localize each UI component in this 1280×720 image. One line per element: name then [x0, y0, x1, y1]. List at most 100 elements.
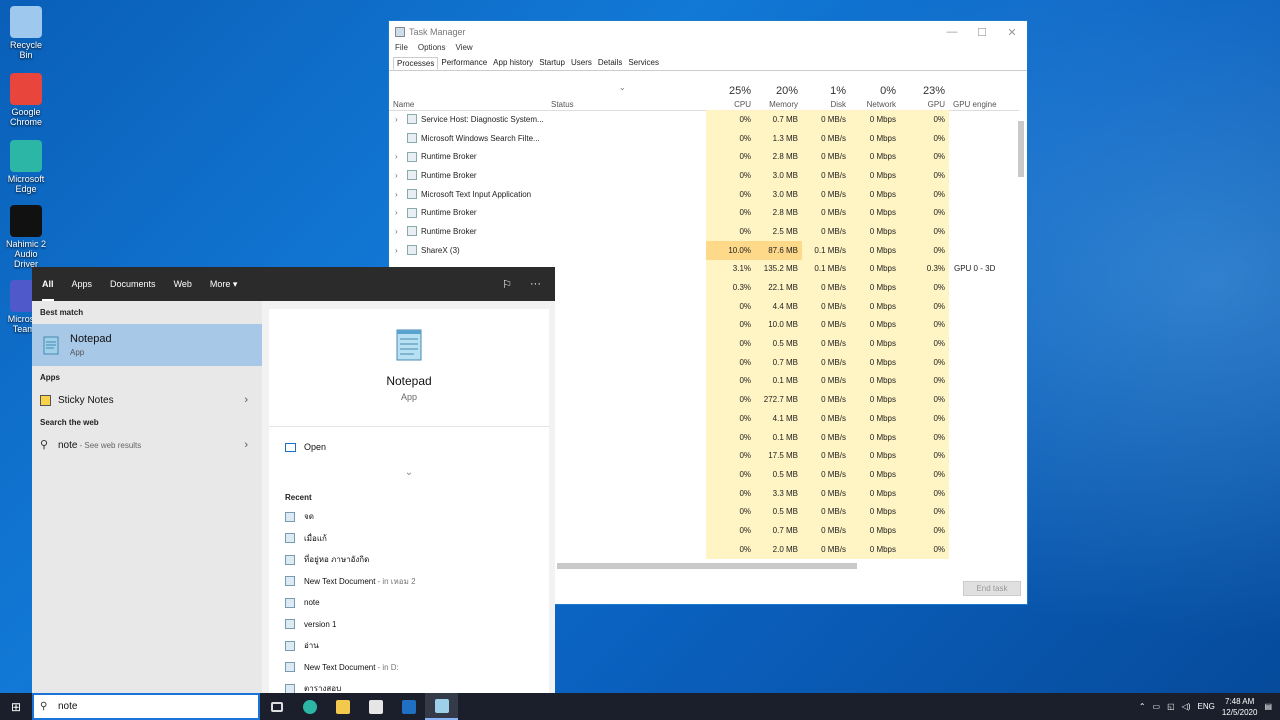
disk-cell: 0 MB/s — [802, 166, 850, 185]
task-view-button[interactable] — [260, 693, 293, 720]
cpu-cell: 10.0% — [706, 240, 755, 260]
task-view-icon — [270, 701, 283, 712]
filter-tab-all[interactable]: All — [42, 279, 54, 301]
gpu-engine-cell — [949, 241, 1019, 260]
taskbar-search-box[interactable]: ⚲ note — [32, 693, 260, 720]
more-options-icon[interactable]: ··· — [530, 278, 541, 291]
filter-tab-more[interactable]: More ▾ — [210, 279, 238, 290]
cpu-cell: 0% — [706, 296, 755, 316]
scroll-thumb-horizontal[interactable] — [557, 563, 857, 569]
table-row[interactable]: › Service Host: Diagnostic System... 0% 0.7… — [389, 110, 1019, 129]
recent-item[interactable]: New Text Document - in เหอม 2 — [269, 571, 549, 593]
chevron-right-icon[interactable]: › — [395, 208, 407, 217]
start-button[interactable]: ⊞ — [0, 693, 32, 720]
column-gpu[interactable]: 23% GPU — [900, 83, 949, 111]
menu-options[interactable]: Options — [418, 43, 446, 57]
desktop-icon[interactable]: Google Chrome — [4, 73, 48, 127]
open-action[interactable]: Open — [269, 427, 549, 467]
horizontal-scrollbar[interactable] — [557, 561, 1017, 571]
table-row[interactable]: › Runtime Broker 0% 2.5 MB 0 MB/s 0 Mbps 0% — [389, 222, 1019, 241]
tab-performance[interactable]: Performance — [438, 57, 490, 70]
column-name[interactable]: Name — [389, 83, 547, 111]
column-gpu-engine[interactable]: GPU engine — [949, 83, 1019, 111]
chevron-right-icon[interactable]: › — [244, 394, 248, 406]
cpu-cell: 0% — [706, 128, 755, 148]
close-button[interactable]: ✕ — [997, 26, 1027, 39]
app-result-sticky-notes[interactable]: Sticky Notes › — [32, 389, 262, 411]
tab-users[interactable]: Users — [568, 57, 595, 70]
tab-details[interactable]: Details — [595, 57, 625, 70]
cpu-cell: 0% — [706, 371, 755, 391]
gpu-engine-cell — [949, 203, 1019, 222]
taskbar-file-explorer[interactable] — [326, 693, 359, 720]
column-status[interactable]: ⌄ Status — [547, 83, 706, 111]
menu-view[interactable]: View — [455, 43, 472, 57]
clock[interactable]: 7:48 AM 12/5/2020 — [1222, 696, 1258, 718]
gpu-engine-cell — [949, 129, 1019, 148]
recent-item-name: อ่าน — [304, 641, 319, 651]
desktop-icon[interactable]: Microsoft Edge — [4, 140, 48, 194]
recent-item[interactable]: New Text Document - in D: — [269, 657, 549, 679]
chevron-right-icon[interactable]: › — [395, 115, 407, 124]
column-network[interactable]: 0% Network — [850, 83, 900, 111]
chevron-up-icon[interactable]: ⌃ — [1139, 702, 1146, 711]
web-search-result[interactable]: ⚲ note - See web results › — [32, 434, 262, 456]
disk-cell: 0 MB/s — [802, 315, 850, 335]
maximize-button[interactable]: ☐ — [967, 26, 997, 39]
search-text[interactable]: note — [58, 701, 77, 712]
feedback-icon[interactable]: ⚐ — [502, 278, 512, 291]
expand-chevron-icon[interactable]: ⌄ — [269, 467, 549, 485]
table-row[interactable]: › ShareX (3) 10.0% 87.6 MB 0.1 MB/s 0 Mbps 0% — [389, 240, 1019, 260]
volume-icon[interactable]: ◁) — [1182, 702, 1191, 711]
process-name-cell: Microsoft Windows Search Filte... — [389, 129, 547, 148]
vertical-scrollbar[interactable] — [1017, 111, 1025, 561]
chevron-right-icon[interactable]: › — [395, 246, 407, 255]
table-row[interactable]: › Runtime Broker 0% 2.8 MB 0 MB/s 0 Mbps 0% — [389, 203, 1019, 223]
tablet-icon[interactable]: ▭ — [1153, 702, 1161, 711]
language-indicator[interactable]: ENG — [1198, 702, 1215, 711]
taskbar-edge[interactable] — [293, 693, 326, 720]
chevron-right-icon[interactable]: › — [244, 439, 248, 451]
desktop-icon[interactable]: Nahimic 2 Audio Driver — [4, 205, 48, 269]
filter-tab-documents[interactable]: Documents — [110, 279, 156, 290]
column-status-label: Status — [551, 100, 574, 109]
recent-item[interactable]: version 1 — [269, 614, 549, 636]
taskbar-mail[interactable] — [392, 693, 425, 720]
taskbar-task-manager[interactable] — [425, 693, 458, 720]
table-row[interactable]: › Runtime Broker 0% 2.8 MB 0 MB/s 0 Mbps 0% — [389, 147, 1019, 167]
column-cpu[interactable]: 25% CPU — [706, 83, 755, 111]
end-task-button[interactable]: End task — [963, 581, 1021, 596]
chevron-right-icon[interactable]: › — [395, 190, 407, 199]
column-disk[interactable]: 1% Disk — [802, 83, 850, 111]
recent-item[interactable]: อ่าน — [269, 635, 549, 657]
recent-item[interactable]: เมื่อแก้ — [269, 528, 549, 550]
best-match-notepad[interactable]: Notepad App — [32, 324, 262, 366]
recent-item[interactable]: จด — [269, 506, 549, 528]
gpu-engine-cell — [949, 409, 1019, 428]
table-row[interactable]: › Runtime Broker 0% 3.0 MB 0 MB/s 0 Mbps 0% — [389, 166, 1019, 185]
tab-processes[interactable]: Processes — [393, 57, 439, 70]
column-memory[interactable]: 20% Memory — [755, 83, 802, 111]
filter-tab-apps[interactable]: Apps — [72, 279, 93, 290]
tab-services[interactable]: Services — [625, 57, 662, 70]
menu-file[interactable]: File — [395, 43, 408, 57]
chevron-right-icon[interactable]: › — [395, 227, 407, 236]
memory-cell: 0.1 MB — [755, 371, 802, 391]
gpu-cell: 0% — [900, 390, 949, 409]
notifications-icon[interactable]: ▤ — [1264, 702, 1272, 711]
taskbar-store[interactable] — [359, 693, 392, 720]
network-icon[interactable]: ◱ — [1167, 702, 1175, 711]
scroll-thumb[interactable] — [1018, 121, 1024, 177]
gpu-engine-cell — [949, 390, 1019, 409]
chevron-right-icon[interactable]: › — [395, 171, 407, 180]
chevron-right-icon[interactable]: › — [395, 152, 407, 161]
recent-item[interactable]: note — [269, 592, 549, 614]
desktop-icon[interactable]: Recycle Bin — [4, 6, 48, 60]
recent-item[interactable]: ที่อยู่หอ ภาษาอังกิด — [269, 549, 549, 571]
minimize-button[interactable]: — — [937, 26, 967, 39]
tab-app-history[interactable]: App history — [490, 57, 536, 70]
table-row[interactable]: Microsoft Windows Search Filte... 0% 1.3 M… — [389, 128, 1019, 148]
tab-startup[interactable]: Startup — [536, 57, 568, 70]
filter-tab-web[interactable]: Web — [174, 279, 192, 290]
table-row[interactable]: › Microsoft Text Input Application 0% 3.0 M… — [389, 184, 1019, 204]
